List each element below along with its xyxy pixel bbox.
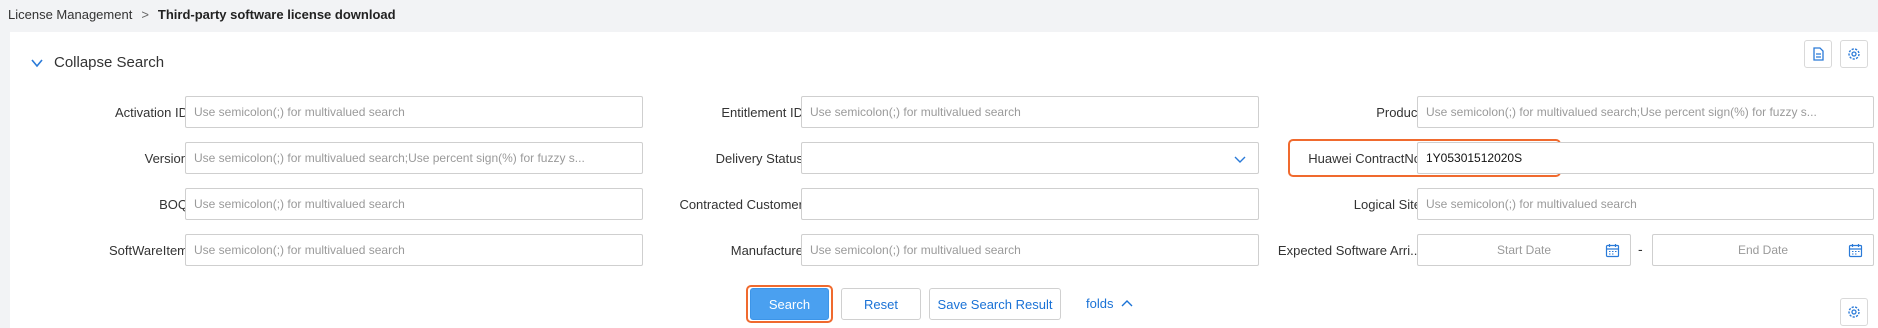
huawei-contract-no-input[interactable] [1417,142,1874,174]
contracted-customer-input[interactable] [801,188,1259,220]
start-date-input[interactable]: Start Date [1417,234,1631,266]
delivery-status-select[interactable] [801,142,1259,174]
breadcrumb-separator: > [141,6,149,22]
save-search-result-button[interactable]: Save Search Result [929,288,1061,320]
product-input[interactable] [1417,96,1874,128]
entitlement-id-input[interactable] [801,96,1259,128]
calendar-icon [1848,244,1863,258]
software-item-label: SoftWareItem [109,242,188,258]
export-button[interactable] [1804,40,1832,68]
settings-icon [1848,48,1860,60]
chevron-up-icon [1121,299,1133,306]
version-label: Version [144,150,188,166]
start-date-placeholder: Start Date [1496,243,1552,257]
end-date-placeholder: End Date [1737,243,1789,257]
chevron-down-icon [31,58,43,67]
page-title: Third-party software license download [157,6,396,22]
collapse-search-label: Collapse Search [54,54,165,71]
contracted-customer-label: Contracted Customer [679,196,803,212]
breadcrumb-parent[interactable]: License Management [8,7,132,22]
activation-id-label: Activation ID [115,104,188,120]
expected-arrival-label: Expected Software Arri... [1277,242,1421,258]
product-label: Product [1376,104,1421,120]
chevron-down-icon [1234,156,1246,163]
settings-button[interactable] [1840,40,1868,68]
end-date-input[interactable]: End Date [1652,234,1874,266]
folds-toggle[interactable]: folds [1086,296,1133,311]
search-button[interactable]: Search [750,288,829,320]
document-icon [1813,47,1824,61]
software-item-input[interactable] [185,234,643,266]
logical-site-input[interactable] [1417,188,1874,220]
delivery-status-label: Delivery Status [715,150,803,166]
settings-icon [1848,306,1860,318]
huawei-contract-no-label: Huawei ContractNo [1308,150,1421,166]
calendar-icon [1605,244,1620,258]
reset-button[interactable]: Reset [841,288,921,320]
logical-site-label: Logical Site [1353,196,1421,212]
version-input[interactable] [185,142,643,174]
manufacture-input[interactable] [801,234,1259,266]
search-panel: Collapse Search Activation ID Entitlemen… [10,32,1878,328]
boq-input[interactable] [185,188,643,220]
folds-label: folds [1086,296,1114,311]
boq-label: BOQ [159,196,188,212]
activation-id-input[interactable] [185,96,643,128]
column-settings-button[interactable] [1840,298,1868,326]
breadcrumb: License Management > Third-party softwar… [8,0,396,28]
date-range-separator: - [1638,241,1643,257]
manufacture-label: Manufacture [730,242,803,258]
entitlement-id-label: Entitlement ID [721,104,803,120]
collapse-search-toggle[interactable]: Collapse Search [30,54,164,71]
